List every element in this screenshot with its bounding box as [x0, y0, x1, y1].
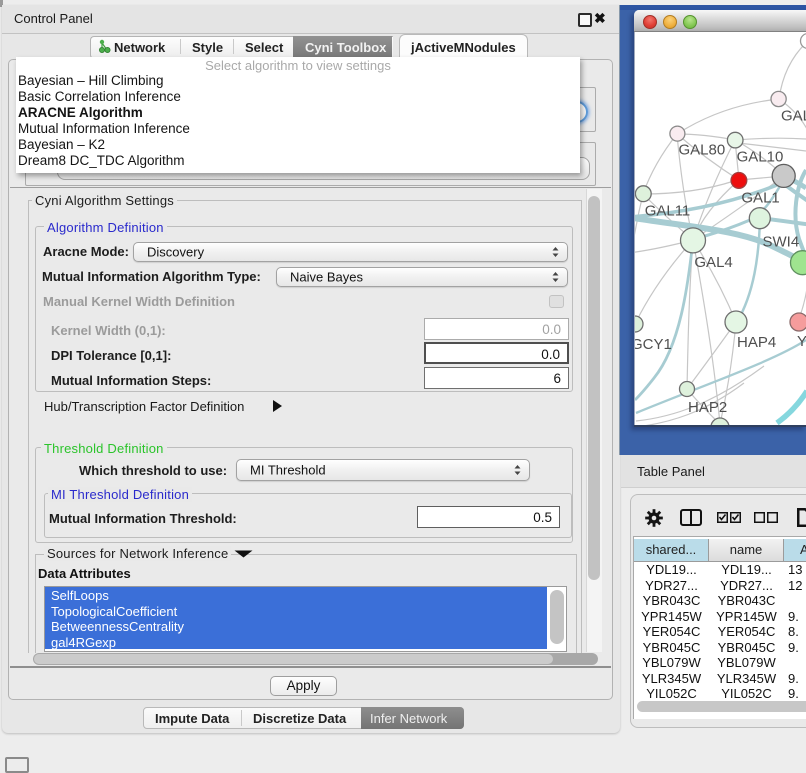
svg-text:GAL1: GAL1 — [741, 190, 779, 207]
svg-text:Y: Y — [797, 333, 806, 350]
svg-text:SWI4: SWI4 — [763, 234, 800, 251]
svg-text:GCY1: GCY1 — [635, 336, 672, 353]
svg-text:GAL10: GAL10 — [737, 149, 784, 166]
svg-text:GAL: GAL — [781, 108, 806, 125]
svg-text:GAL80: GAL80 — [679, 142, 726, 159]
svg-text:HAP2: HAP2 — [688, 399, 727, 416]
svg-text:HAP4: HAP4 — [737, 334, 776, 351]
svg-text:GAL11: GAL11 — [645, 203, 691, 220]
svg-text:GAL4: GAL4 — [694, 254, 732, 271]
